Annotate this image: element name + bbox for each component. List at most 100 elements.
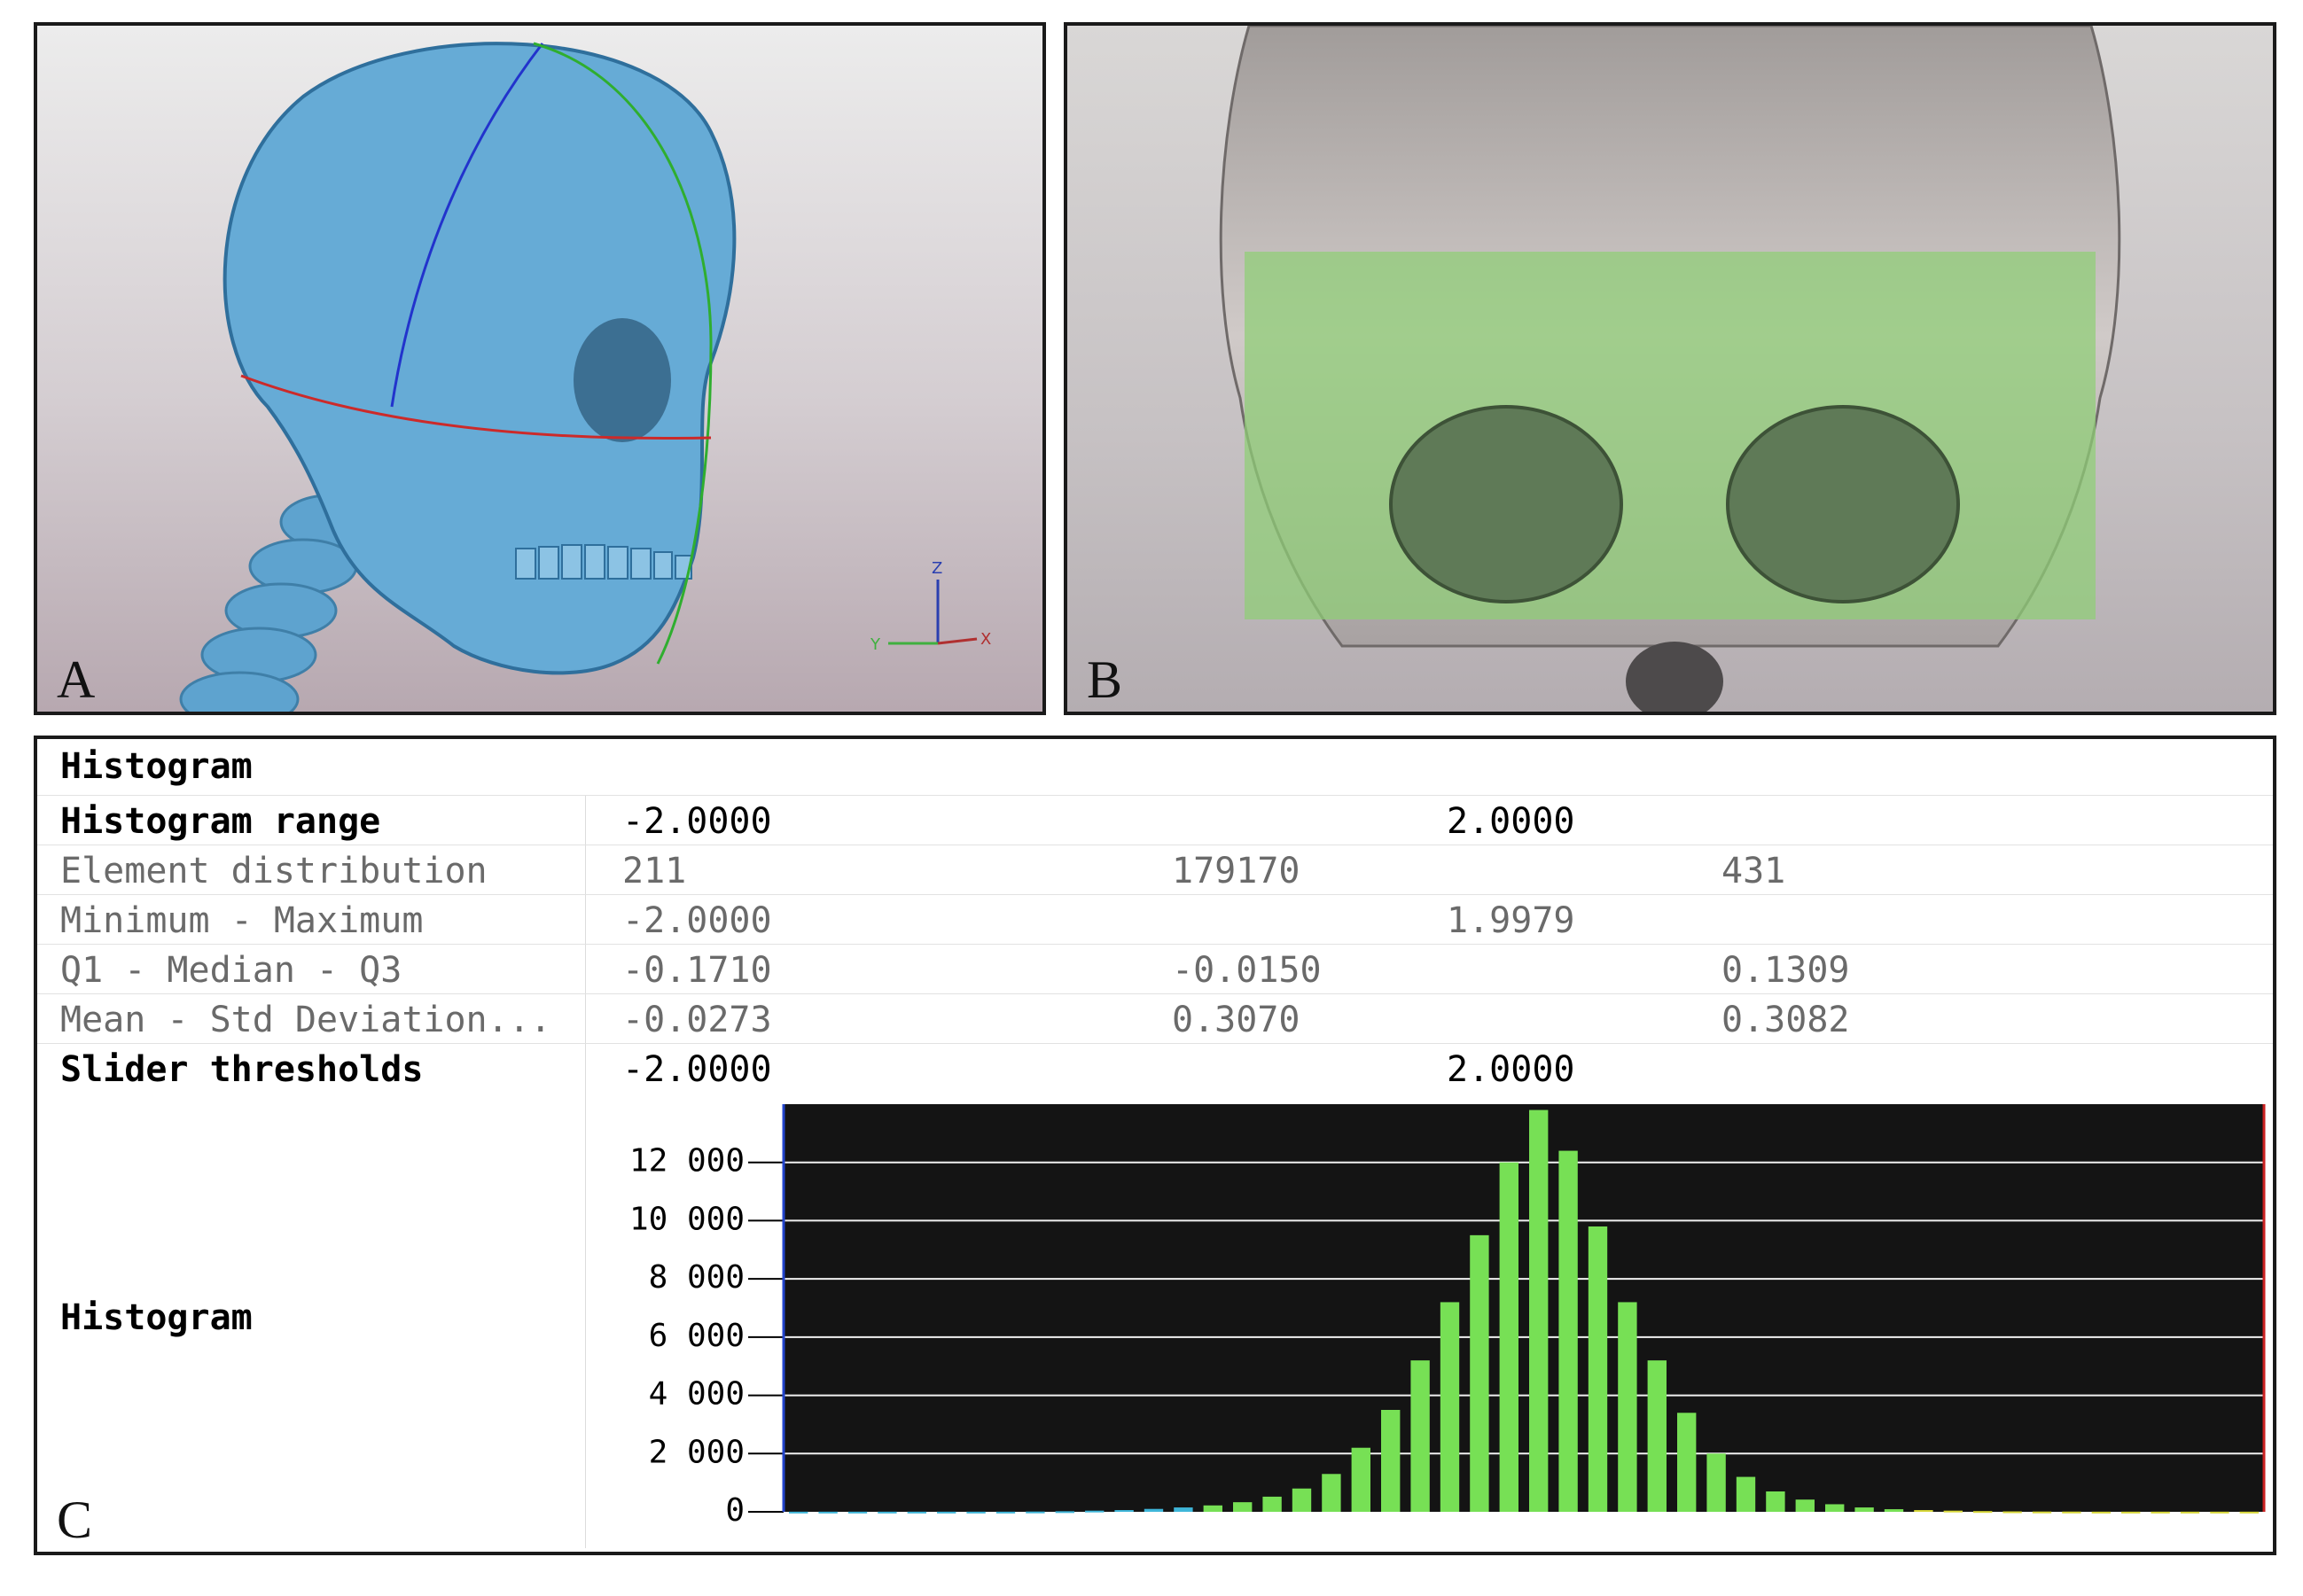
nasal-aperture — [1626, 642, 1723, 712]
histogram-bar — [2062, 1511, 2081, 1514]
panel-c-histogram-properties: Histogram Histogram range -2.0000 2.0000 El… — [34, 736, 2276, 1555]
y-tick-label: 6 000 — [649, 1318, 745, 1354]
y-tick-label: 0 — [725, 1492, 745, 1529]
property-value: 431 — [1721, 851, 1786, 891]
axis-z-label: Z — [932, 559, 942, 578]
orbit-cavity — [574, 318, 671, 442]
property-row: Minimum - Maximum -2.0000 1.9979 — [37, 894, 2273, 944]
property-value: -2.0000 — [622, 801, 772, 842]
histogram-bar — [818, 1511, 838, 1514]
panel-letter-b: B — [1087, 650, 1123, 709]
property-row: Element distribution 211 179170 431 — [37, 845, 2273, 894]
property-value: 1.9979 — [1447, 900, 1575, 941]
histogram-bar — [1322, 1474, 1341, 1512]
panel-letter-a: A — [57, 650, 96, 709]
histogram-bar — [2210, 1511, 2229, 1514]
property-row: Q1 - Median - Q3 -0.1710 -0.0150 0.1309 — [37, 944, 2273, 993]
panel-a-lateral-skull-view: Z Y X A — [34, 22, 1046, 715]
histogram-bar — [1174, 1507, 1193, 1512]
histogram-bar — [966, 1511, 986, 1514]
histogram-bar — [1351, 1447, 1370, 1512]
histogram-bar — [1292, 1488, 1312, 1512]
left-orbit — [1389, 405, 1623, 603]
histogram-bar — [1085, 1510, 1105, 1513]
property-label: Slider thresholds — [60, 1049, 424, 1090]
histogram-bar — [1233, 1502, 1253, 1512]
histogram-bar — [1055, 1511, 1074, 1514]
histogram-bar — [2032, 1511, 2052, 1514]
histogram-bar — [1736, 1476, 1756, 1512]
right-orbit — [1726, 405, 1960, 603]
skull-frontal-render — [1219, 26, 2121, 712]
y-tick-label: 8 000 — [649, 1259, 745, 1296]
histogram-bar — [1706, 1453, 1726, 1512]
property-value: 179170 — [1172, 851, 1300, 891]
histogram-bar — [1914, 1510, 1933, 1513]
histogram-bar — [1884, 1509, 1904, 1512]
histogram-bar — [1766, 1491, 1785, 1512]
histogram-bar — [2180, 1511, 2200, 1514]
histogram-bar — [995, 1511, 1016, 1514]
skull-lateral-render: Z Y X — [179, 42, 991, 712]
histogram-bar — [937, 1511, 956, 1514]
histogram-bar — [1470, 1234, 1489, 1512]
histogram-bar — [2151, 1511, 2170, 1514]
property-row: Slider thresholds -2.0000 2.0000 — [37, 1043, 2273, 1093]
property-value: 0.3070 — [1172, 1000, 1300, 1040]
histogram-bar — [1647, 1360, 1667, 1512]
histogram-bar — [1677, 1413, 1697, 1512]
property-value: 2.0000 — [1447, 1049, 1575, 1090]
histogram-bar — [2121, 1511, 2141, 1514]
property-label: Histogram range — [60, 801, 381, 842]
histogram-bar — [1854, 1507, 1874, 1512]
axis-y-label: Y — [870, 635, 881, 654]
property-label: Element distribution — [60, 851, 488, 891]
histogram-bar — [1262, 1496, 1282, 1512]
histogram-bar — [1440, 1302, 1460, 1512]
green-mask-band — [1245, 252, 2096, 619]
panel-letter-c: C — [57, 1491, 93, 1549]
histogram-bar — [789, 1511, 808, 1514]
property-value: -0.1710 — [622, 950, 772, 991]
histogram-bar — [2002, 1511, 2022, 1514]
y-tick-label: 10 000 — [629, 1201, 745, 1237]
histogram-bar — [2239, 1511, 2259, 1514]
histogram-bar — [1529, 1109, 1549, 1512]
histogram-bar — [1381, 1410, 1401, 1512]
property-label: Q1 - Median - Q3 — [60, 950, 402, 991]
property-value: -0.0273 — [622, 1000, 772, 1040]
property-value: -2.0000 — [622, 1049, 772, 1090]
property-value: 2.0000 — [1447, 801, 1575, 842]
y-tick-label: 4 000 — [649, 1376, 745, 1413]
property-row: Histogram range -2.0000 2.0000 — [37, 795, 2273, 845]
property-value: 211 — [622, 851, 687, 891]
axis-gizmo: Z Y X — [870, 559, 991, 654]
histogram-bar — [1943, 1510, 1963, 1513]
y-tick-label: 2 000 — [649, 1434, 745, 1470]
histogram-bar — [1973, 1511, 1993, 1514]
y-tick-label: 12 000 — [629, 1143, 745, 1179]
plot-background — [784, 1104, 2264, 1512]
histogram-bar — [1410, 1360, 1430, 1512]
axis-x-label: X — [980, 630, 991, 649]
histogram-bar — [878, 1511, 897, 1514]
histogram-bar — [1026, 1511, 1045, 1514]
histogram-bar — [907, 1511, 926, 1514]
histogram-bar — [1203, 1505, 1222, 1512]
histogram-bar — [1558, 1150, 1578, 1512]
histogram-row-label: Histogram — [60, 1297, 253, 1338]
panel-b-frontal-skull-view: B — [1064, 22, 2276, 715]
histogram-bar — [1588, 1226, 1608, 1512]
histogram-bar — [1825, 1504, 1845, 1512]
property-value: 0.1309 — [1721, 950, 1850, 991]
histogram-bar — [847, 1511, 868, 1514]
property-value: -0.0150 — [1172, 950, 1322, 991]
property-label: Mean - Std Deviation... — [60, 1000, 551, 1040]
property-row: Mean - Std Deviation... -0.0273 0.3070 0.30… — [37, 993, 2273, 1043]
histogram-bar — [1618, 1302, 1637, 1512]
histogram-bar — [1795, 1499, 1815, 1512]
property-value: 0.3082 — [1721, 1000, 1850, 1040]
histogram-bar — [1499, 1162, 1518, 1512]
property-value: -2.0000 — [622, 900, 772, 941]
histogram-chart: 12 000 10 000 8 000 6 000 4 000 2 000 0 — [629, 1104, 2266, 1529]
